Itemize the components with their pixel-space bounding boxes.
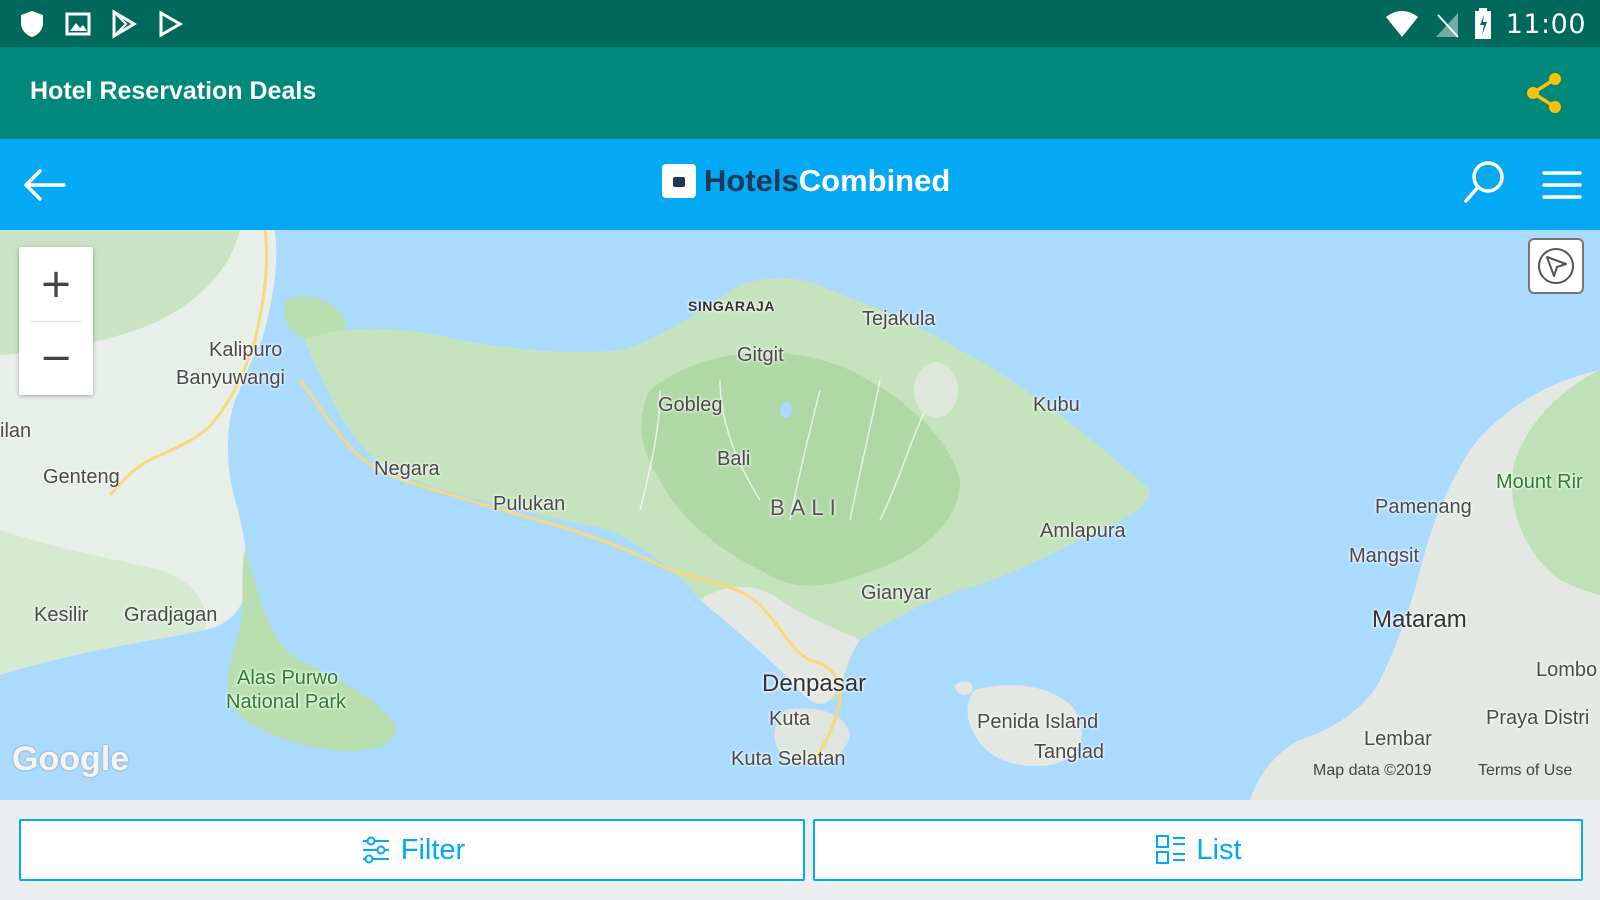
image-icon [65,12,91,36]
clock-time: 11:00 [1505,8,1586,40]
map-label-penida: Penida Island [977,711,1099,733]
navigation-arrow-icon [1538,248,1574,284]
my-location-button[interactable] [1528,238,1584,294]
map-label-bali-small: Bali [717,448,751,470]
map-label-kuta-selatan: Kuta Selatan [731,748,846,770]
map-label-gitgit: Gitgit [737,344,784,366]
list-label: List [1196,833,1242,866]
terms-of-use-link[interactable]: Terms of Use [1478,762,1572,780]
map-label-banyuwangi: Banyuwangi [176,367,285,389]
map-label-gianyar: Gianyar [861,582,932,604]
map-label-mangsit: Mangsit [1349,545,1420,567]
map-label-singaraja: SINGARAJA [688,298,775,314]
map-label-gobleg: Gobleg [658,394,723,416]
share-icon[interactable] [1524,71,1564,115]
zoom-in-button[interactable]: + [19,247,93,321]
zoom-out-button[interactable]: − [19,321,93,395]
play-icon [159,10,183,38]
map-label-praya: Praya Distri [1486,707,1590,729]
hotels-toolbar: Hotels Combined [0,139,1600,230]
list-button[interactable]: List [813,819,1583,881]
list-view-icon [1156,835,1186,864]
map-label-tanglad: Tanglad [1034,741,1105,763]
map-label-negara: Negara [374,458,440,480]
map-data-attribution: Map data ©2019 [1313,762,1432,779]
map-label-gradjagan: Gradjagan [124,604,218,626]
map-label-lan: ilan [0,420,32,442]
hamburger-menu-icon[interactable] [1540,163,1584,207]
no-signal-icon [1435,13,1459,38]
map-label-lombo: Lombo [1536,659,1598,681]
map-view[interactable]: SINGARAJA Tejakula Gitgit Kalipuro Banyu… [0,230,1600,800]
wifi-icon [1385,11,1418,37]
map-label-kubu: Kubu [1033,394,1080,416]
shield-icon [21,11,43,37]
logo-mark-icon [662,164,696,198]
filter-label: Filter [400,833,466,866]
google-logo: Google [12,740,130,778]
filter-button[interactable]: Filter [19,819,805,881]
search-icon[interactable] [1462,159,1508,205]
map-label-pamenang: Pamenang [1375,496,1472,518]
map-label-genteng: Genteng [43,466,120,488]
status-bar: 11:00 [0,0,1600,47]
app-title: Hotel Reservation Deals [30,77,317,105]
map-label-mount: Mount Rir [1496,471,1583,493]
map-label-kesilir: Kesilir [34,604,89,626]
map-label-lembar: Lembar [1364,728,1432,750]
map-label-pulukan: Pulukan [493,493,566,515]
battery-icon [1474,8,1491,39]
app-bar: Hotel Reservation Deals [0,47,1600,139]
logo-text-hotels: Hotels [704,163,799,198]
map-label-amlapura: Amlapura [1040,520,1126,542]
logo-text-combined: Combined [798,163,951,198]
map-label-mataram: Mataram [1372,606,1467,633]
map-label-alas-purwo: Alas Purwo [237,667,339,689]
map-label-denpasar: Denpasar [762,670,867,697]
map-label-kuta: Kuta [769,708,811,730]
bottom-action-bar: Filter List [0,800,1600,900]
hotelscombined-logo: Hotels Combined [662,163,950,199]
map-label-national-park: National Park [226,691,347,713]
map-label-tejakula: Tejakula [862,308,936,330]
map-label-bali-region: BALI [770,495,842,520]
zoom-controls: + − [19,247,93,395]
filter-sliders-icon [362,836,389,864]
map-label-kalipuro: Kalipuro [209,339,283,361]
play-store-icon [112,9,137,39]
arrow-left-icon[interactable] [20,161,68,209]
